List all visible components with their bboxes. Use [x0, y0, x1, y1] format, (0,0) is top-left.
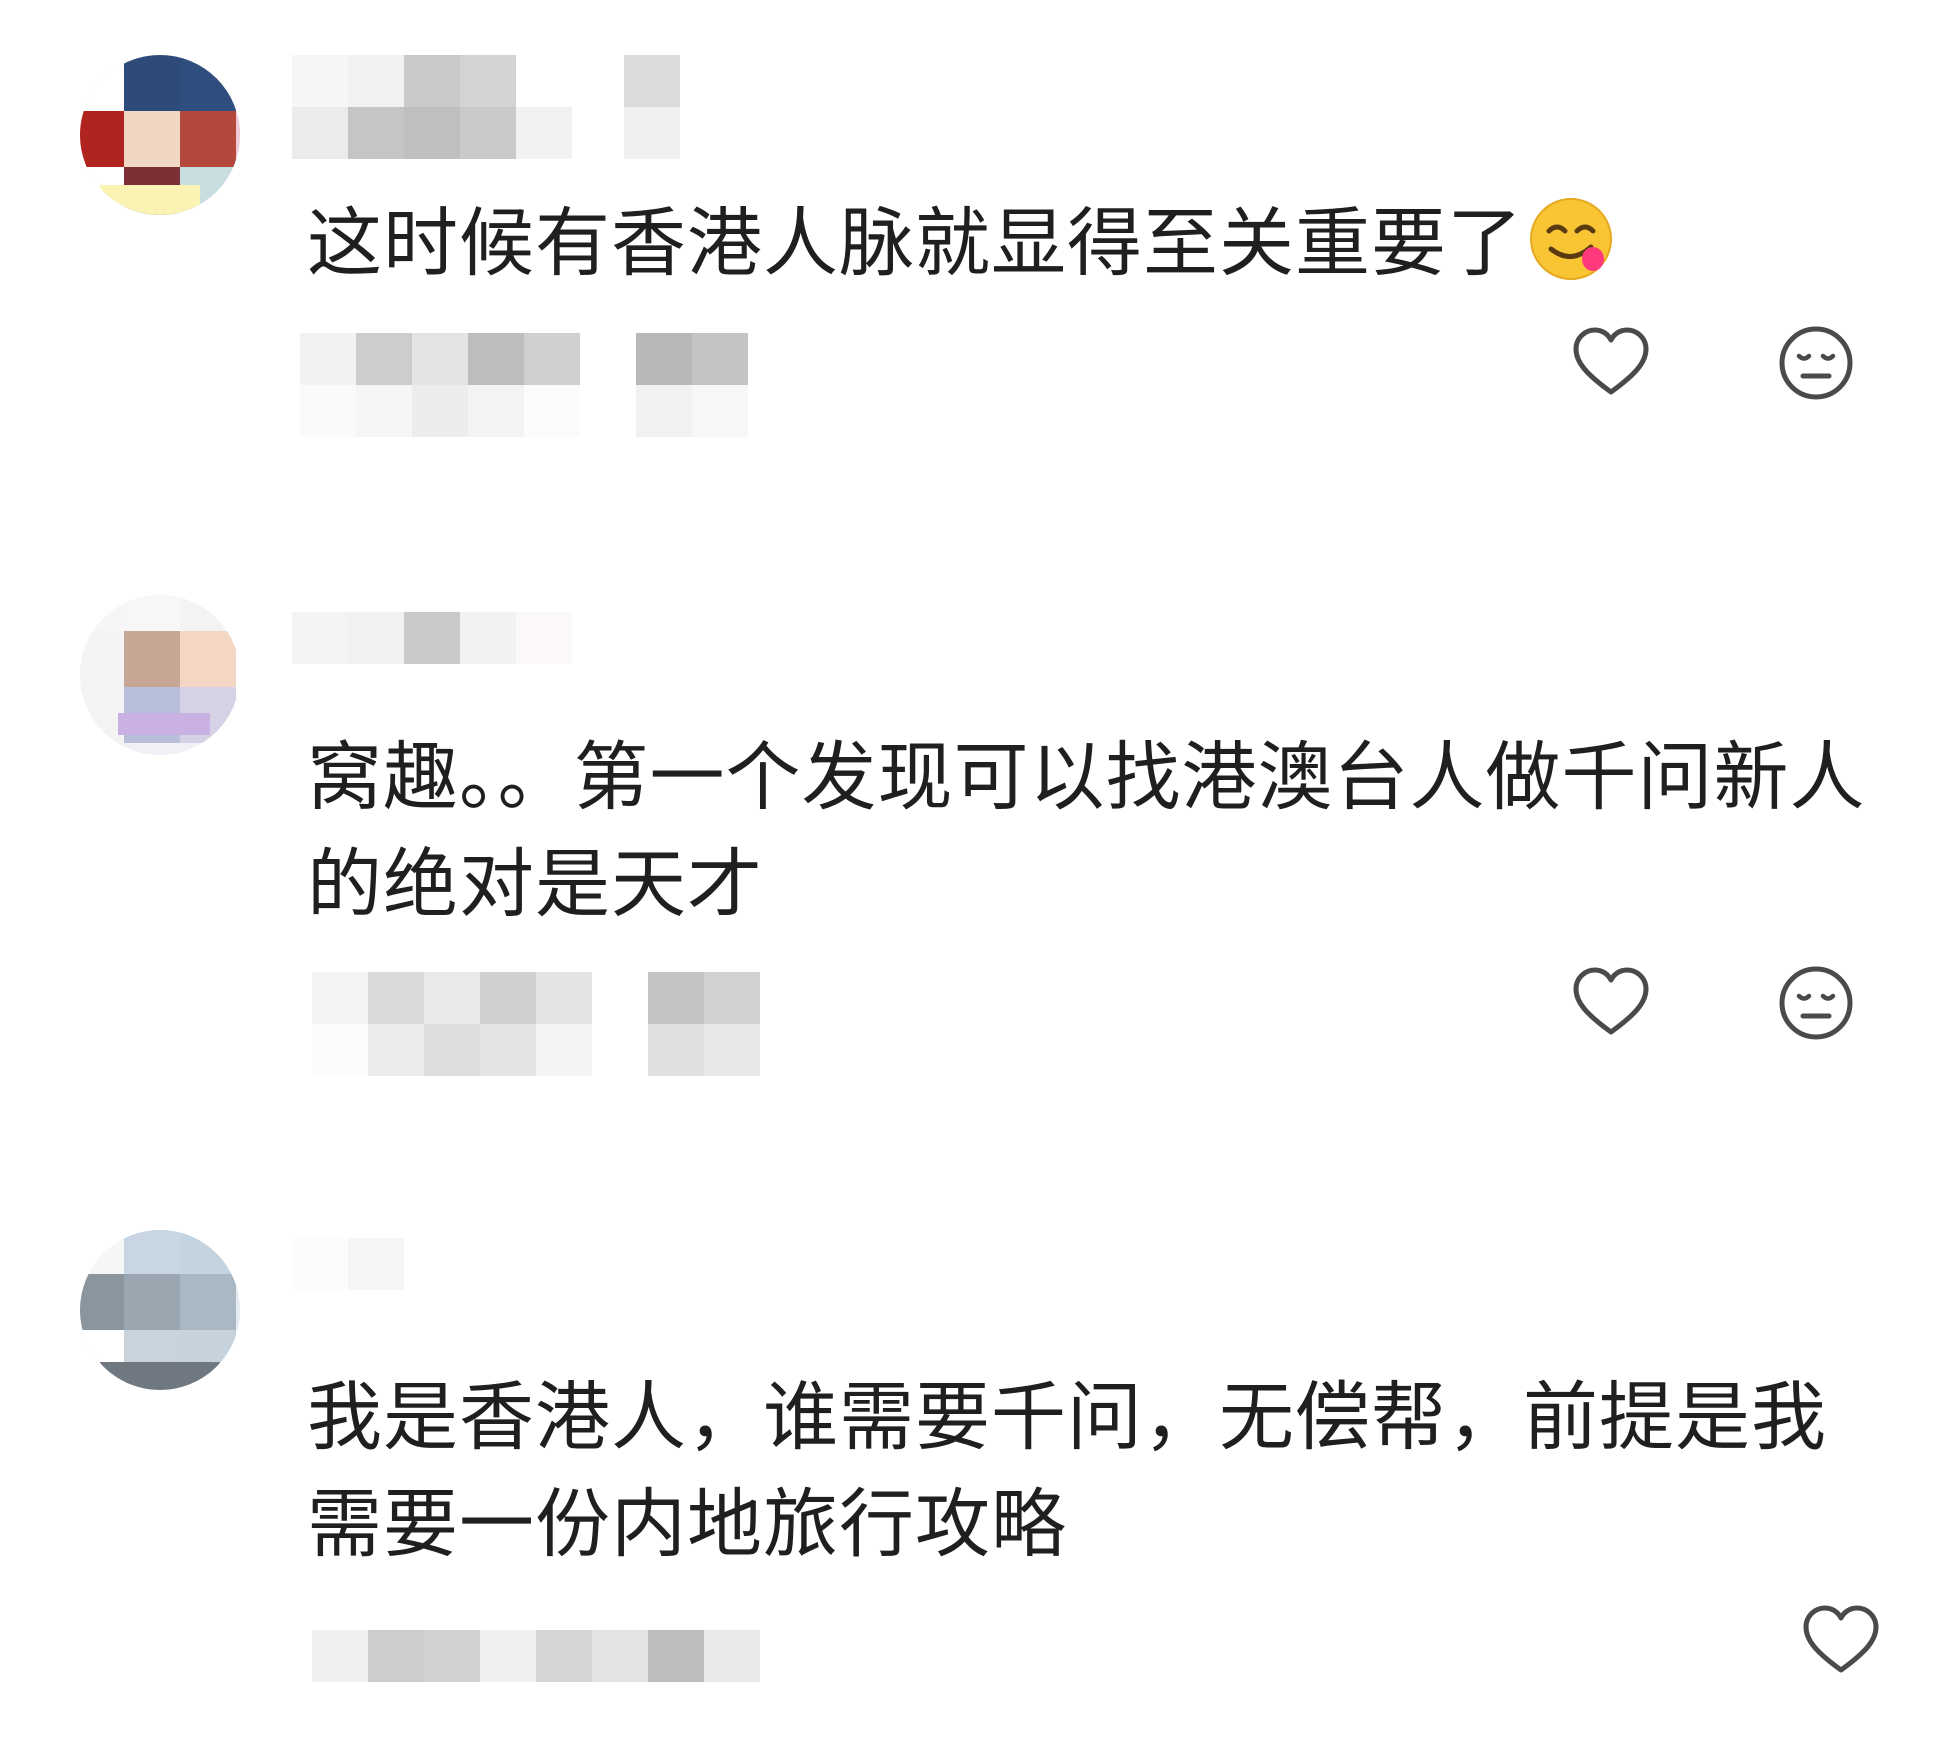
dislike-button[interactable] — [1775, 962, 1857, 1044]
dislike-button[interactable] — [1775, 322, 1857, 404]
like-button[interactable] — [1570, 322, 1652, 404]
user-badge-redacted — [624, 55, 680, 159]
comment-text: 我是香港人，谁需要千问，无偿帮，前提是我需要一份内地旅行攻略 — [307, 1373, 1828, 1568]
username-redacted[interactable] — [292, 612, 572, 664]
heart-icon — [1573, 967, 1649, 1035]
avatar[interactable] — [80, 1230, 240, 1390]
timestamp-location-redacted — [300, 333, 748, 437]
heart-icon — [1803, 1605, 1879, 1673]
username-redacted[interactable] — [292, 55, 572, 159]
yum-face-emoji — [1529, 197, 1613, 281]
comment-text: 这时候有香港人脉就显得至关重要了 — [307, 190, 1867, 297]
timestamp-location-redacted — [312, 972, 760, 1076]
avatar[interactable] — [80, 55, 240, 215]
like-button[interactable] — [1800, 1600, 1882, 1682]
neutral-face-icon — [1779, 326, 1853, 400]
username-redacted[interactable] — [292, 1238, 404, 1290]
like-button[interactable] — [1570, 962, 1652, 1044]
neutral-face-icon — [1779, 966, 1853, 1040]
comment-text: 窝趣。。第一个发现可以找港澳台人做千问新人的绝对是天才 — [307, 733, 1866, 928]
timestamp-location-redacted — [312, 1630, 760, 1682]
avatar[interactable] — [80, 595, 240, 755]
heart-icon — [1573, 327, 1649, 395]
